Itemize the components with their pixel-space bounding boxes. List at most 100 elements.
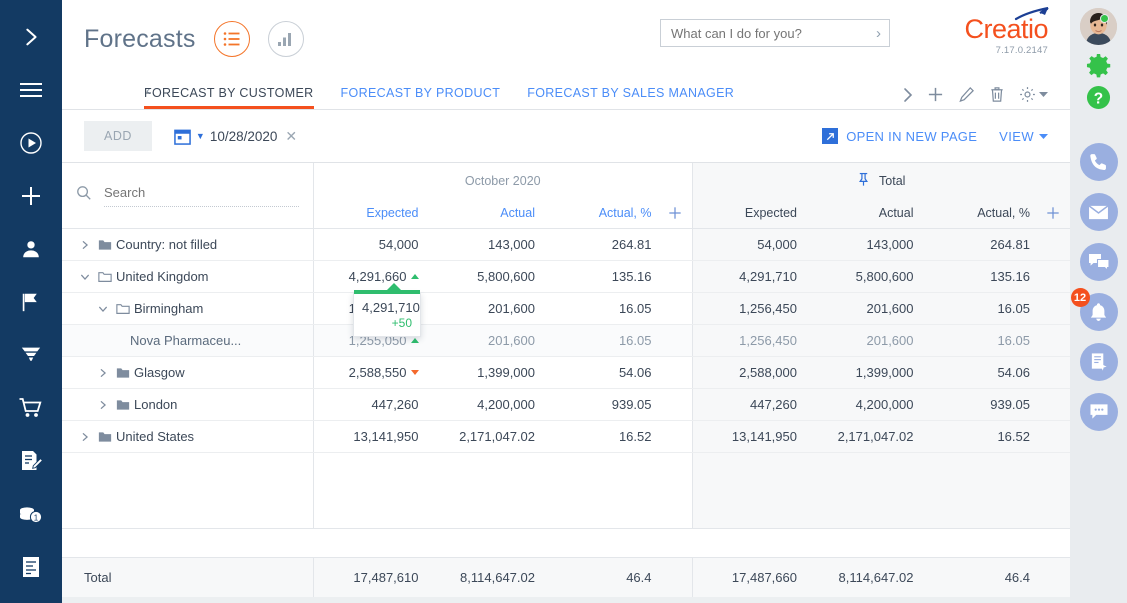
column-header-expected-period[interactable]: Expected: [314, 206, 431, 220]
documents-icon[interactable]: [0, 540, 62, 593]
email-icon[interactable]: [1079, 193, 1118, 231]
total-group-columns: Expected Actual Actual, %: [693, 198, 1071, 228]
assistant-submit-chevron-icon[interactable]: ›: [876, 25, 881, 42]
date-filter-chip[interactable]: ▼ 10/28/2020 ✕: [174, 128, 297, 145]
chevron-down-icon[interactable]: [94, 304, 112, 314]
flag-icon[interactable]: [0, 275, 62, 328]
value-cell: 54.06: [618, 365, 652, 380]
row-label-cell: London: [62, 389, 314, 420]
value-cell: 2,171,047.02: [459, 429, 535, 444]
orders-edit-icon[interactable]: [0, 434, 62, 487]
delete-trash-icon[interactable]: [989, 86, 1005, 103]
phone-call-icon[interactable]: [1079, 143, 1118, 181]
feed-actions-icon[interactable]: [1079, 343, 1118, 381]
table-row[interactable]: United States 13,141,950 2,171,047.02 16.52…: [62, 421, 1070, 453]
date-filter-value: 10/28/2020: [209, 128, 278, 144]
date-dropdown-caret-icon[interactable]: ▼: [196, 131, 205, 141]
grid-search-input[interactable]: [104, 185, 299, 200]
value-cell: 201,600: [866, 333, 914, 348]
column-header-actual-pct-period[interactable]: Actual, %: [547, 206, 664, 220]
chat-bubbles-icon[interactable]: [1079, 243, 1118, 281]
value-cell: 939.05: [990, 397, 1030, 412]
clear-date-filter-icon[interactable]: ✕: [285, 128, 297, 145]
view-dropdown-button[interactable]: VIEW: [999, 129, 1048, 144]
hamburger-menu-icon[interactable]: [0, 63, 62, 116]
row-label: United States: [116, 429, 195, 444]
table-row[interactable]: Country: not filled 54,000 143,000 264.81 54…: [62, 229, 1070, 261]
cart-icon[interactable]: [0, 381, 62, 434]
run-process-icon[interactable]: [0, 116, 62, 169]
add-button[interactable]: ADD: [84, 121, 152, 151]
chevron-down-icon[interactable]: [76, 272, 94, 282]
column-header-actual-period[interactable]: Actual: [431, 206, 548, 220]
chart-view-icon[interactable]: [267, 21, 304, 57]
funnel-icon[interactable]: [0, 328, 62, 381]
table-row[interactable]: Glasgow 2,588,550 1,399,000 54.06 2,588,000 1…: [62, 357, 1070, 389]
message-icon[interactable]: [1079, 393, 1118, 431]
add-icon[interactable]: [927, 86, 944, 103]
page-header: Forecasts › Creatio: [62, 0, 1070, 110]
user-avatar[interactable]: [1080, 8, 1117, 45]
value-cell: 1,256,450: [739, 301, 797, 316]
value-cell: 13,141,950: [731, 429, 797, 444]
row-label: Country: not filled: [116, 237, 218, 252]
column-header-actual-total[interactable]: Actual: [809, 206, 926, 220]
add-column-total-icon[interactable]: [1042, 206, 1064, 220]
spacer-tree-cell: [62, 453, 314, 528]
help-question-icon[interactable]: ?: [1086, 85, 1111, 110]
next-tab-chevron-icon[interactable]: [903, 87, 913, 103]
column-header-expected-total[interactable]: Expected: [693, 206, 810, 220]
contacts-icon[interactable]: [0, 222, 62, 275]
row-period-values: 54,000 143,000 264.81: [314, 229, 692, 260]
table-row[interactable]: Birmingham 1,256,450201,60016.051,256,450…: [62, 293, 1070, 325]
add-column-period-icon[interactable]: [664, 206, 686, 220]
row-label: Glasgow: [134, 365, 185, 380]
edit-pencil-icon[interactable]: [958, 86, 975, 103]
brand-version: 7.17.0.2147: [995, 45, 1048, 56]
table-row[interactable]: Nova Pharmaceu... 1,255,050 201,600 16.05 1,…: [62, 325, 1070, 357]
value-cell: 2,171,047.02: [837, 429, 914, 444]
assistant-search-box[interactable]: ›: [660, 19, 890, 47]
value-cell: 13,141,950: [353, 429, 419, 444]
row-label-cell: Nova Pharmaceu...: [62, 325, 314, 356]
tooltip-notch: [386, 283, 402, 291]
assistant-search-input[interactable]: [671, 25, 876, 41]
column-header-actual-pct-total[interactable]: Actual, %: [926, 206, 1043, 220]
add-icon[interactable]: [0, 169, 62, 222]
value-cell: 201,600: [488, 333, 535, 348]
chevron-right-icon[interactable]: [94, 368, 112, 378]
row-total-values: 1,256,450 201,600 16.05: [691, 325, 1070, 356]
folder-closed-icon: [112, 399, 134, 411]
settings-gear-icon[interactable]: [1019, 86, 1048, 103]
table-row[interactable]: United Kingdom 4,291,660 5,800,600 135.16 4,…: [62, 261, 1070, 293]
tab-forecast-by-customer[interactable]: FORECAST BY CUSTOMER: [144, 86, 314, 109]
calendar-icon[interactable]: [174, 128, 191, 145]
tab-forecast-by-product[interactable]: FORECAST BY PRODUCT: [341, 86, 501, 109]
row-label-cell: United States: [62, 421, 314, 452]
row-total-values: 1,256,450 201,600 16.05: [691, 293, 1070, 324]
settings-gear-icon[interactable]: [1086, 53, 1111, 78]
value-cell: 447,260: [371, 397, 419, 412]
tooltip-value: 4,291,710: [362, 300, 420, 315]
notifications-bell-icon[interactable]: 12: [1070, 288, 1118, 331]
footer-total-values: 17,487,660 8,114,647.02 46.4: [691, 558, 1070, 597]
brand-swoosh-icon: [1014, 7, 1049, 21]
expand-panel-chevron-icon[interactable]: [0, 10, 62, 63]
value-cell: 143,000: [488, 237, 535, 252]
tab-forecast-by-sales-manager[interactable]: FORECAST BY SALES MANAGER: [527, 86, 734, 109]
creatio-forecasts-app: 1 Forecasts ›: [0, 0, 1127, 603]
toolbar-right-actions: OPEN IN NEW PAGE VIEW: [822, 128, 1048, 144]
row-label: United Kingdom: [116, 269, 209, 284]
row-label: Birmingham: [134, 301, 204, 316]
value-cell: 4,291,710: [739, 269, 797, 284]
list-view-icon[interactable]: [213, 21, 250, 57]
chevron-right-icon[interactable]: [76, 240, 94, 250]
grid-search-column: [62, 163, 314, 228]
pin-icon[interactable]: [857, 172, 870, 190]
chevron-right-icon[interactable]: [76, 432, 94, 442]
chevron-right-icon[interactable]: [94, 400, 112, 410]
invoices-coins-icon[interactable]: 1: [0, 487, 62, 540]
footer-actual-pct-period: 46.4: [626, 570, 652, 585]
open-in-new-page-button[interactable]: OPEN IN NEW PAGE: [822, 128, 977, 144]
table-row[interactable]: London 447,260 4,200,000 939.05 447,260 4,200…: [62, 389, 1070, 421]
